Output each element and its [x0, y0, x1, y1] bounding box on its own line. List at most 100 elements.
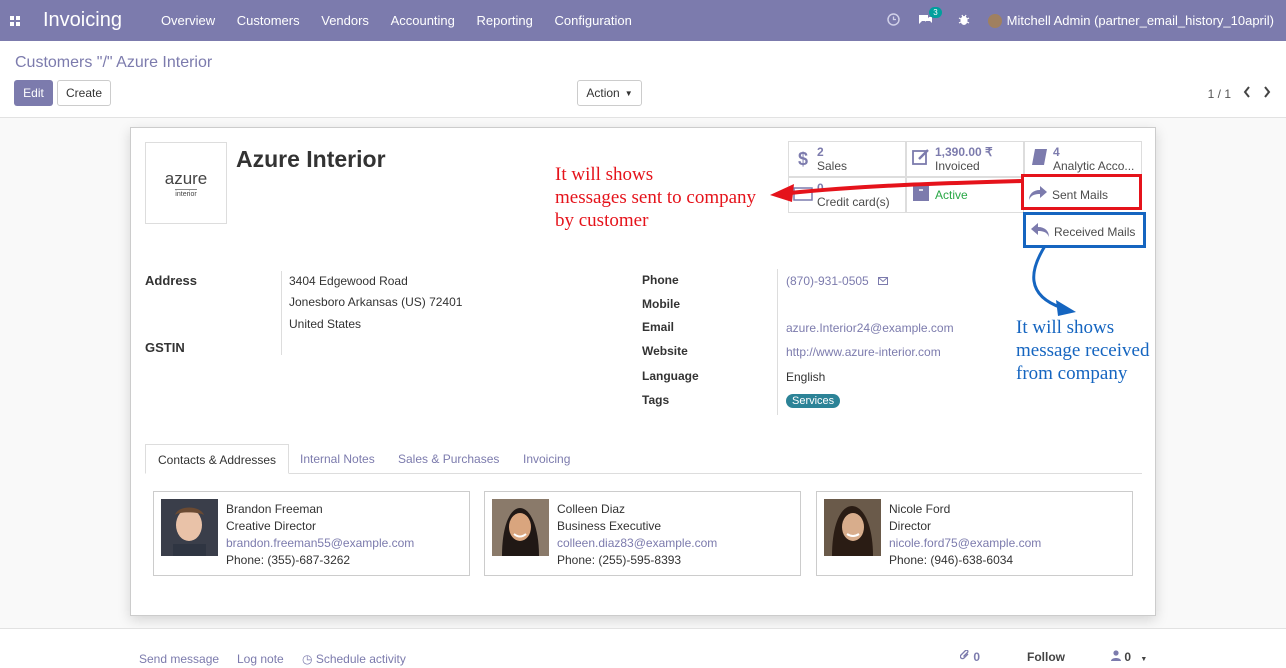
menu-customers[interactable]: Customers	[237, 13, 300, 28]
contact-photo	[492, 499, 549, 556]
contact-card[interactable]: Brandon Freeman Creative Director brando…	[153, 491, 470, 576]
clock-icon: ◷	[302, 652, 313, 666]
dollar-icon: $	[797, 148, 808, 169]
tab-contacts-addresses[interactable]: Contacts & Addresses	[145, 444, 290, 474]
app-brand[interactable]: Invoicing	[43, 9, 122, 32]
phone-value[interactable]: (870)-931-0505	[786, 274, 889, 288]
credit-card-icon	[789, 185, 817, 206]
main-menu: Overview Customers Vendors Accounting Re…	[152, 13, 641, 28]
tab-sales-purchases[interactable]: Sales & Purchases	[398, 444, 499, 474]
language-label: Language	[642, 369, 699, 383]
apps-menu-icon[interactable]	[0, 0, 30, 41]
user-avatar	[987, 14, 1002, 29]
send-message-button[interactable]: Send message	[139, 652, 219, 666]
email-value[interactable]: azure.Interior24@example.com	[786, 321, 954, 335]
contact-email[interactable]: brandon.freeman55@example.com	[226, 535, 414, 552]
notebook-tabs: Contacts & Addresses Internal Notes Sale…	[145, 444, 1142, 474]
tags-label: Tags	[642, 393, 670, 407]
separator-left	[281, 271, 282, 355]
log-note-button[interactable]: Log note	[237, 652, 284, 666]
sent-mails-highlight	[1021, 174, 1142, 210]
address-label: Address	[145, 273, 198, 288]
archive-icon	[907, 184, 935, 207]
create-button[interactable]: Create	[57, 80, 111, 106]
gstin-label: GSTIN	[145, 340, 185, 355]
address-line3: United States	[289, 317, 362, 331]
phone-label: Phone	[642, 273, 679, 287]
chat-icon[interactable]: 3	[918, 6, 942, 29]
user-name: Mitchell Admin (partner_email_history_10…	[1006, 12, 1274, 28]
active-label: Active	[935, 188, 968, 202]
partner-name: Azure Interior	[236, 146, 386, 172]
contact-email[interactable]: colleen.diaz83@example.com	[557, 535, 717, 552]
chatter-bar: Send message Log note ◷ Schedule activit…	[0, 628, 1286, 668]
logo-text-sub: interior	[175, 188, 197, 198]
contact-title: Business Executive	[557, 519, 662, 533]
website-value[interactable]: http://www.azure-interior.com	[786, 345, 941, 359]
user-menu[interactable]: Mitchell Admin (partner_email_history_10…	[987, 12, 1286, 29]
address-line1: 3404 Edgewood Road	[289, 274, 408, 288]
contact-phone: Phone: (255)-595-8393	[557, 553, 682, 567]
website-label: Website	[642, 344, 688, 358]
envelope-icon[interactable]	[878, 274, 889, 288]
edit-icon	[907, 148, 935, 171]
menu-configuration[interactable]: Configuration	[555, 13, 632, 28]
contact-email[interactable]: nicole.ford75@example.com	[889, 535, 1041, 552]
contact-title: Director	[889, 519, 932, 533]
received-mails-annotation: It will shows message received from comp…	[1016, 317, 1150, 384]
tag-services[interactable]: Services	[786, 394, 841, 408]
menu-vendors[interactable]: Vendors	[321, 13, 369, 28]
pager-value[interactable]: 1 / 1	[1208, 87, 1231, 101]
schedule-activity-button[interactable]: ◷ Schedule activity	[302, 652, 406, 666]
invoiced-button[interactable]: 1,390.00 ₹ Invoiced	[906, 141, 1024, 177]
chevron-right-icon[interactable]	[1263, 86, 1271, 101]
contact-phone: Phone: (355)-687-3262	[226, 553, 351, 567]
sales-button[interactable]: $ 2 Sales	[788, 141, 906, 177]
navbar-systray: 3 Mitchell Admin (partner_email_history_…	[878, 0, 1286, 41]
book-icon	[1025, 148, 1053, 171]
company-logo[interactable]: azure interior	[145, 142, 227, 224]
clock-icon[interactable]	[886, 12, 900, 29]
menu-accounting[interactable]: Accounting	[391, 13, 455, 28]
followers-button[interactable]: 0 ▼	[1111, 650, 1147, 664]
email-label: Email	[642, 320, 675, 334]
contact-title: Creative Director	[226, 519, 317, 533]
contact-photo	[824, 499, 881, 556]
top-navbar: Invoicing Overview Customers Vendors Acc…	[0, 0, 1286, 41]
credit-cards-button[interactable]: 0 Credit card(s)	[788, 177, 906, 213]
mobile-label: Mobile	[642, 297, 680, 311]
tab-internal-notes[interactable]: Internal Notes	[300, 444, 375, 474]
attachments-button[interactable]: 0	[959, 649, 980, 664]
address-line2: Jonesboro Arkansas (US) 72401	[289, 295, 463, 309]
bug-icon[interactable]	[958, 13, 970, 29]
analytic-accounts-button[interactable]: 4 Analytic Acco...	[1024, 141, 1142, 177]
breadcrumb[interactable]: Customers "/" Azure Interior	[15, 54, 212, 72]
control-panel: Customers "/" Azure Interior Edit Create…	[0, 41, 1286, 118]
tab-invoicing[interactable]: Invoicing	[523, 444, 570, 474]
menu-overview[interactable]: Overview	[161, 13, 215, 28]
contact-card[interactable]: Colleen Diaz Business Executive colleen.…	[484, 491, 801, 576]
contact-phone: Phone: (946)-638-6034	[889, 553, 1014, 567]
caret-down-icon: ▼	[624, 88, 633, 98]
caret-down-icon: ▼	[1140, 656, 1148, 663]
contact-name: Brandon Freeman	[226, 502, 323, 516]
paperclip-icon	[959, 649, 973, 664]
contact-name: Nicole Ford	[889, 502, 951, 516]
pager: 1 / 1	[1208, 86, 1271, 101]
edit-button[interactable]: Edit	[14, 80, 53, 106]
logo-text-main: azure	[164, 168, 208, 188]
contact-card[interactable]: Nicole Ford Director nicole.ford75@examp…	[816, 491, 1133, 576]
sent-mails-annotation: It will shows messages sent to company b…	[555, 164, 757, 231]
chat-count-badge: 3	[929, 6, 942, 18]
contact-photo	[161, 499, 218, 556]
chevron-left-icon[interactable]	[1243, 86, 1251, 101]
menu-reporting[interactable]: Reporting	[477, 13, 533, 28]
action-label: Action	[586, 86, 620, 100]
active-toggle-button[interactable]: Active	[906, 177, 1024, 213]
contact-name: Colleen Diaz	[557, 502, 626, 516]
action-dropdown[interactable]: Action ▼	[577, 80, 642, 106]
received-mails-highlight	[1023, 212, 1146, 248]
user-icon	[1111, 650, 1124, 664]
follow-button[interactable]: Follow	[1027, 650, 1065, 664]
separator-right	[777, 269, 778, 415]
